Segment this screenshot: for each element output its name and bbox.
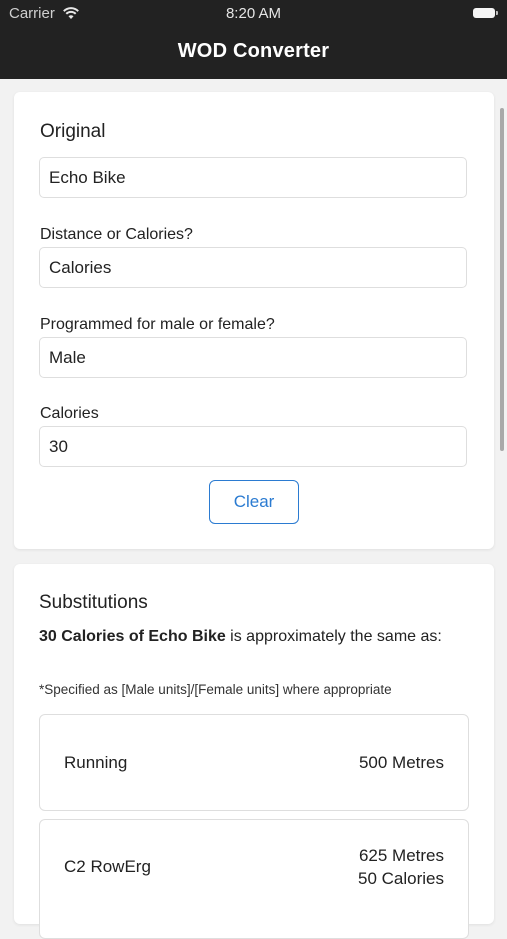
amount-label: Calories: [40, 405, 99, 422]
clear-button[interactable]: Clear: [209, 480, 299, 524]
scrollbar[interactable]: [500, 108, 504, 451]
summary-text: is approximately the same as:: [225, 628, 442, 645]
substitution-value: 500 Metres: [359, 751, 444, 774]
substitutions-card: Substitutions 30 Calories of Echo Bike i…: [14, 564, 494, 939]
original-card: Original Echo Bike Distance or Calories?…: [14, 92, 494, 549]
navigation-bar: Carrier 8:20 AM WOD Converter: [0, 0, 507, 79]
page-title: WOD Converter: [177, 40, 330, 62]
amount-input[interactable]: 30: [39, 426, 467, 467]
substitution-item-rowerg[interactable]: C2 RowErg 625 Metres 50 Calories: [39, 819, 469, 939]
substitutions-heading: Substitutions: [39, 592, 148, 613]
gender-field[interactable]: Male: [39, 337, 467, 378]
substitution-summary: 30 Calories of Echo Bike is approximatel…: [39, 626, 459, 647]
battery-icon: [473, 8, 498, 18]
status-time: 8:20 AM: [225, 5, 282, 22]
substitution-value-line: 50 Calories: [358, 869, 444, 888]
measure-field[interactable]: Calories: [39, 247, 467, 288]
substitution-value-line: 625 Metres: [358, 846, 444, 865]
units-note: *Specified as [Male units]/[Female units…: [39, 682, 392, 697]
original-heading: Original: [40, 121, 106, 142]
substitution-value-line: 500 Metres: [358, 753, 444, 772]
summary-highlight: 30 Calories of Echo Bike: [39, 628, 226, 645]
substitution-value: 625 Metres 50 Calories: [358, 844, 444, 890]
exercise-field[interactable]: Echo Bike: [39, 157, 467, 198]
substitution-name: Running: [64, 753, 128, 772]
status-bar: Carrier 8:20 AM: [0, 5, 507, 23]
measure-label: Distance or Calories?: [40, 226, 193, 243]
substitution-name: C2 RowErg: [64, 857, 151, 876]
gender-label: Programmed for male or female?: [40, 316, 275, 333]
substitution-item-running[interactable]: Running 500 Metres: [39, 714, 469, 811]
